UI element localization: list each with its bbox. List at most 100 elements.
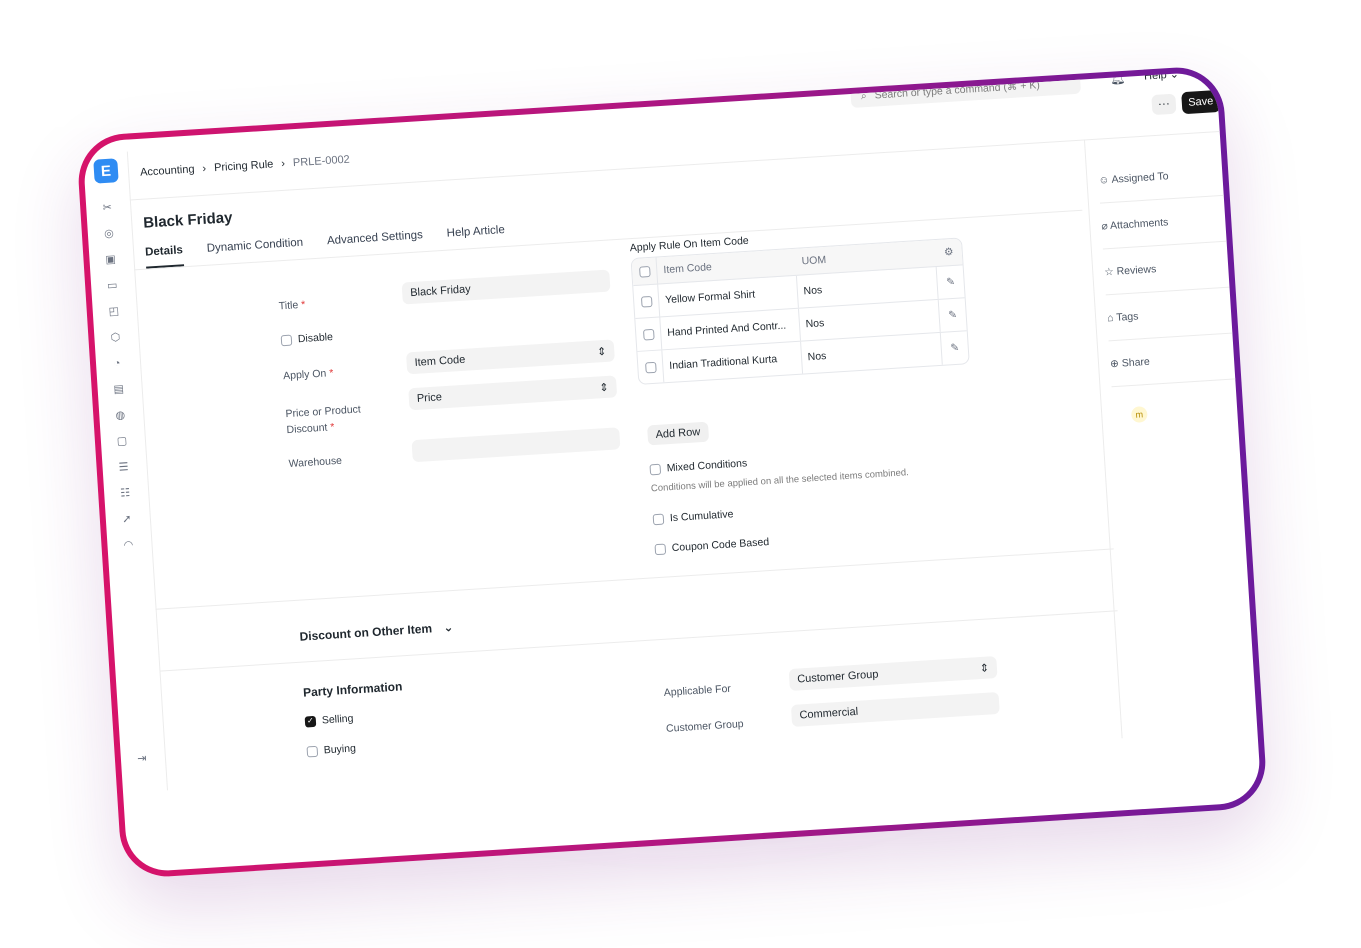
reviews-row[interactable]: ☆ Reviews + — [1104, 258, 1234, 278]
collapse-sidebar-icon[interactable]: ⇥ — [135, 751, 150, 766]
chevron-down-icon: ⌄ — [442, 620, 454, 635]
select-all-checkbox[interactable] — [638, 265, 651, 278]
share-label: Share — [1121, 355, 1151, 370]
bag-icon[interactable]: ◰ — [106, 304, 121, 319]
card-icon[interactable]: ▭ — [105, 278, 120, 293]
coupon-code-checkbox[interactable] — [654, 543, 667, 555]
breadcrumb-accounting[interactable]: Accounting — [140, 163, 195, 178]
server-icon[interactable]: ☷ — [118, 486, 133, 501]
device-frame: E ✂ ◎ ▣ ▭ ◰ ⬡ ◔ ▤ ◍ ▢ ☰ ☷ ➚ ◠ ⇥ ⌕ Search… — [75, 64, 1269, 880]
apply-on-label: Apply On * — [282, 367, 334, 383]
bell-icon[interactable]: 🔔︎ — [1110, 71, 1126, 86]
reviews-label: Reviews — [1116, 263, 1157, 278]
tab-bar: Details Dynamic Condition Advanced Setti… — [144, 224, 506, 269]
plus-icon[interactable]: + — [1230, 304, 1237, 316]
right-sidebar-separator — [1111, 378, 1242, 388]
customer-group-value: Commercial — [799, 705, 859, 722]
plus-icon[interactable]: + — [1233, 350, 1240, 362]
row-checkbox[interactable] — [642, 328, 655, 341]
chevron-right-icon: › — [202, 162, 207, 175]
pie-chart-icon[interactable]: ◔ — [110, 356, 125, 371]
buying-label: Buying — [323, 742, 357, 757]
tools-icon[interactable]: ✂ — [100, 201, 115, 216]
tab-details[interactable]: Details — [144, 244, 184, 269]
tags-label: Tags — [1115, 310, 1139, 324]
coupon-code-row[interactable]: Coupon Code Based — [654, 536, 769, 555]
lock-icon[interactable]: ▣ — [103, 252, 118, 267]
tag-icon: ⌂ — [1106, 311, 1114, 325]
gear-icon[interactable]: ⚙ — [935, 245, 962, 259]
is-cumulative-checkbox[interactable] — [652, 513, 665, 525]
user-plus-icon: ☺ — [1098, 173, 1110, 187]
share-icon: ⊕ — [1109, 357, 1120, 371]
paperclip-icon: ⌀ — [1101, 220, 1109, 233]
plus-icon[interactable]: + — [1225, 212, 1232, 224]
plus-icon[interactable]: + — [1228, 258, 1235, 270]
avatar[interactable]: A — [1193, 71, 1215, 83]
applicable-for-label: Applicable For — [663, 682, 732, 699]
app-logo[interactable]: E — [93, 158, 119, 184]
buying-row[interactable]: Buying — [306, 742, 356, 757]
disable-checkbox[interactable] — [280, 334, 293, 346]
row-checkbox[interactable] — [640, 295, 653, 308]
right-sidebar-separator — [1099, 194, 1230, 204]
tags-row[interactable]: ⌂ Tags + — [1107, 304, 1237, 324]
warehouse-input[interactable] — [411, 427, 621, 463]
customer-group-input[interactable]: Commercial — [790, 691, 1000, 727]
mixed-conditions-checkbox[interactable] — [649, 463, 662, 475]
building-icon[interactable]: ▤ — [111, 382, 126, 397]
attachments-row[interactable]: ⌀ Attachments + — [1101, 212, 1231, 232]
app-screen: E ✂ ◎ ▣ ▭ ◰ ⬡ ◔ ▤ ◍ ▢ ☰ ☷ ➚ ◠ ⇥ ⌕ Search… — [82, 71, 1262, 873]
share-row[interactable]: ⊕ Share + — [1110, 350, 1240, 370]
rocket-icon[interactable]: ➚ — [119, 512, 134, 527]
right-sidebar-separator — [1105, 286, 1236, 296]
discount-other-item-section[interactable]: Discount on Other Item ⌄ — [299, 620, 454, 644]
camera-icon[interactable]: ◎ — [102, 226, 117, 241]
edit-icon[interactable]: ✎ — [939, 308, 966, 322]
title-value: Black Friday — [409, 283, 472, 300]
user-badge[interactable]: m — [1130, 406, 1148, 424]
breadcrumb: Accounting › Pricing Rule › PRLE-0002 — [140, 154, 350, 179]
selling-checkbox[interactable] — [304, 715, 317, 728]
chevron-right-icon: › — [280, 157, 286, 170]
selling-row[interactable]: Selling — [304, 712, 354, 728]
title-input[interactable]: Black Friday — [401, 269, 611, 305]
party-information-title: Party Information — [302, 679, 403, 700]
disable-checkbox-row[interactable]: Disable — [280, 331, 333, 346]
customer-group-label: Customer Group — [665, 718, 744, 735]
folder-icon[interactable]: ▢ — [115, 434, 130, 449]
price-or-product-select[interactable]: Price ⇕ — [408, 375, 618, 411]
shield-icon[interactable]: ◍ — [113, 408, 128, 423]
discount-other-item-title: Discount on Other Item — [299, 621, 433, 644]
attachments-label: Attachments — [1109, 216, 1169, 232]
edit-icon[interactable]: ✎ — [937, 275, 964, 289]
edit-icon[interactable]: ✎ — [942, 341, 969, 355]
assigned-to-row[interactable]: ☺ Assigned To + — [1098, 166, 1228, 186]
more-button[interactable]: ··· — [1151, 93, 1177, 116]
mixed-conditions-row[interactable]: Mixed Conditions — [649, 457, 748, 475]
apply-on-select[interactable]: Item Code ⇕ — [405, 339, 615, 375]
buying-checkbox[interactable] — [306, 745, 319, 757]
items-table: Item Code UOM ⚙ Yellow Formal Shirt Nos … — [630, 237, 970, 385]
box-icon[interactable]: ⬡ — [108, 330, 123, 345]
save-button[interactable]: Save — [1181, 89, 1221, 115]
selling-label: Selling — [321, 712, 354, 727]
headset-icon[interactable]: ◠ — [121, 538, 136, 553]
applicable-for-select[interactable]: Customer Group ⇕ — [788, 656, 998, 692]
plus-icon[interactable]: + — [1222, 166, 1229, 178]
search-input[interactable]: ⌕ Search or type a command (⌘ + K) — [850, 71, 1082, 109]
mixed-conditions-label: Mixed Conditions — [666, 457, 748, 475]
right-sidebar-separator — [1108, 332, 1239, 342]
applicable-for-value: Customer Group — [796, 668, 879, 686]
select-arrows-icon: ⇕ — [598, 381, 609, 394]
search-placeholder: Search or type a command (⌘ + K) — [874, 79, 1041, 102]
is-cumulative-row[interactable]: Is Cumulative — [652, 508, 734, 525]
price-or-product-value: Price — [416, 391, 443, 405]
database-icon[interactable]: ☰ — [116, 460, 131, 475]
breadcrumb-pricing-rule[interactable]: Pricing Rule — [214, 158, 274, 174]
right-sidebar-separator — [1102, 240, 1233, 250]
row-checkbox[interactable] — [644, 361, 657, 373]
add-row-button[interactable]: Add Row — [647, 421, 709, 446]
help-menu[interactable]: Help ⌄ — [1144, 71, 1180, 83]
title-label: Title * — [278, 298, 306, 313]
